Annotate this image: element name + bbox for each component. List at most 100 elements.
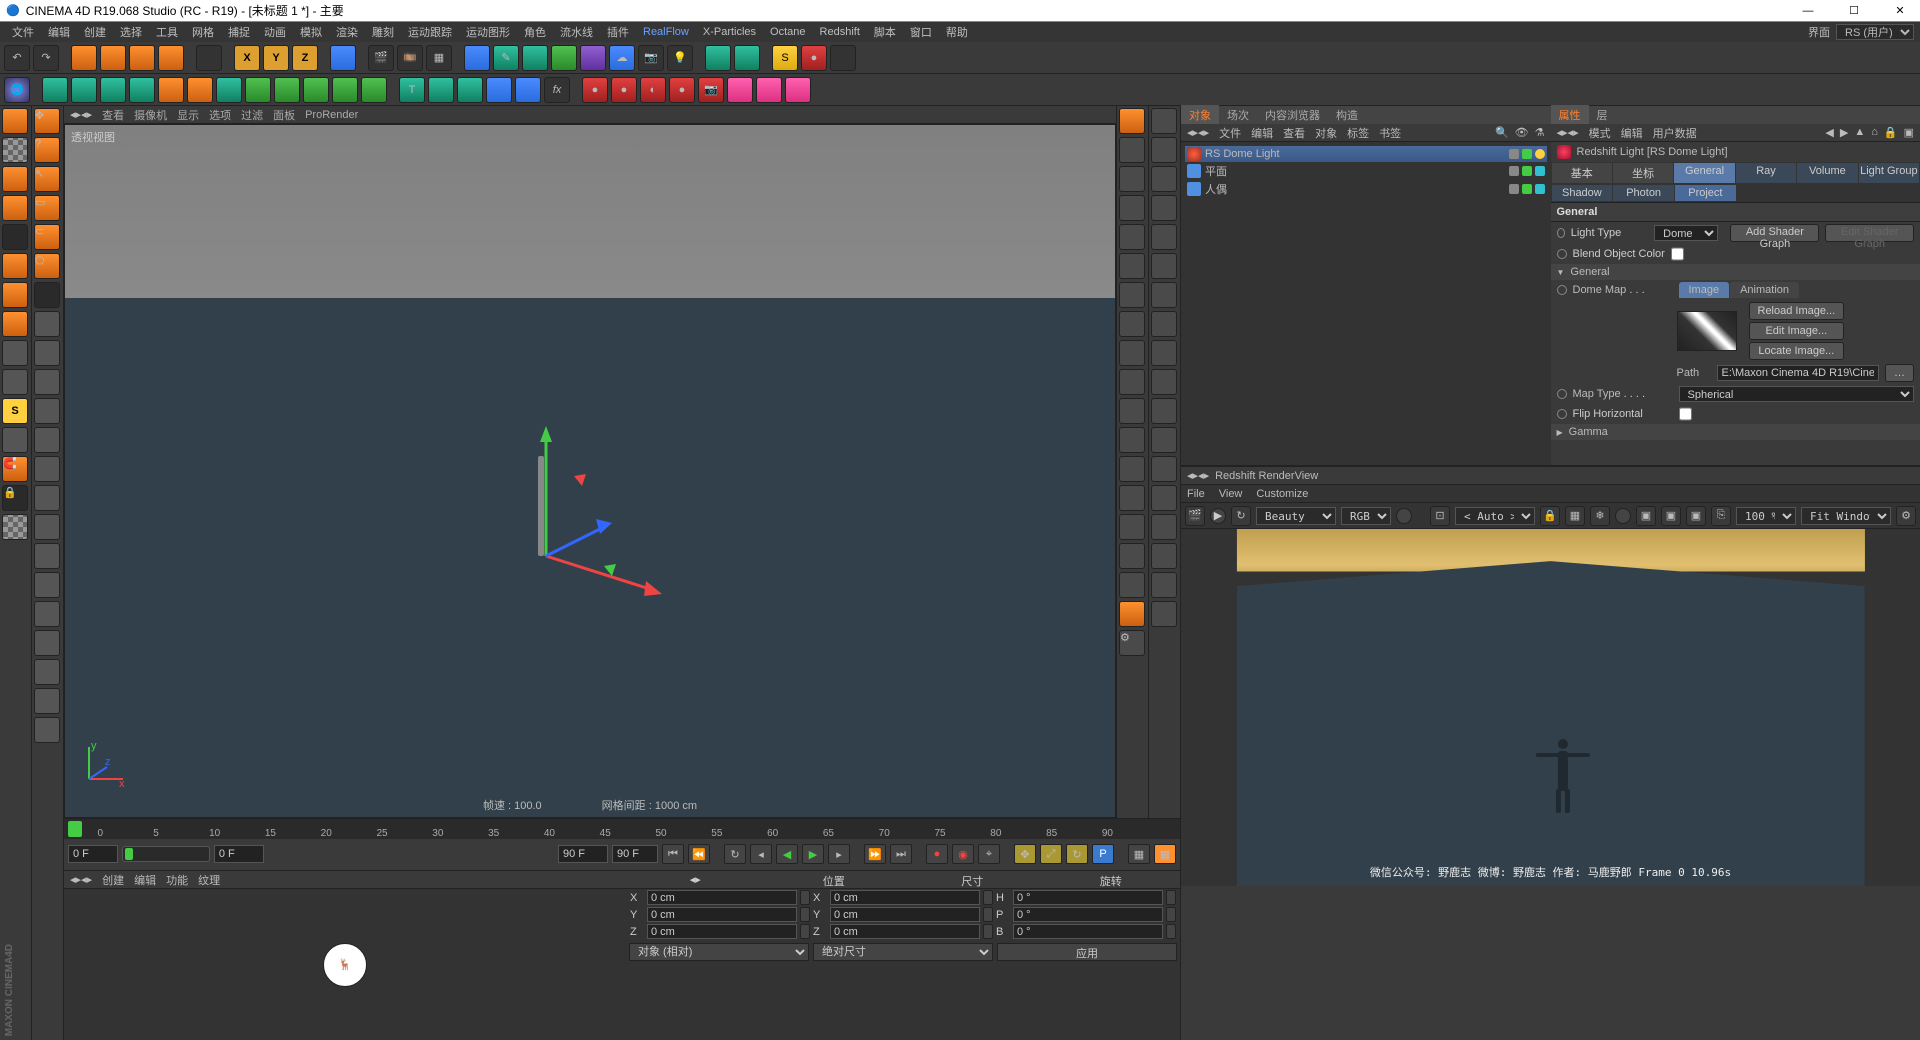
lt-slot2-icon[interactable] bbox=[34, 340, 60, 366]
spin-icon[interactable] bbox=[983, 890, 993, 905]
rp2-10-icon[interactable] bbox=[1151, 369, 1177, 395]
spin-icon[interactable] bbox=[1166, 924, 1176, 939]
rp-2-icon[interactable] bbox=[1119, 166, 1145, 192]
rv-crop-icon[interactable]: ⊡ bbox=[1430, 506, 1450, 526]
rp2-8-icon[interactable] bbox=[1151, 311, 1177, 337]
am-back-icon[interactable]: ◀ bbox=[1825, 126, 1833, 139]
rp2-2-icon[interactable] bbox=[1151, 137, 1177, 163]
menu-char[interactable]: 角色 bbox=[518, 22, 552, 42]
tag-icon[interactable] bbox=[1535, 166, 1545, 176]
object-row-plane[interactable]: 平面 bbox=[1185, 162, 1547, 180]
spin-icon[interactable] bbox=[1166, 907, 1176, 922]
rv-grid-icon[interactable]: ▦ bbox=[1565, 506, 1585, 526]
axis-mode-icon[interactable] bbox=[2, 224, 28, 250]
render-dot-icon[interactable] bbox=[1522, 166, 1532, 176]
tag-icon[interactable] bbox=[1535, 149, 1545, 159]
vm-prorender[interactable]: ProRender bbox=[305, 109, 358, 121]
lt-slot1-icon[interactable] bbox=[34, 311, 60, 337]
rs-light3-icon[interactable]: ◐ bbox=[640, 77, 666, 103]
vm-display[interactable]: 显示 bbox=[177, 107, 199, 123]
xp-g2-icon[interactable] bbox=[245, 77, 271, 103]
flip-checkbox[interactable] bbox=[1679, 406, 1692, 422]
om-edit[interactable]: 编辑 bbox=[1251, 125, 1273, 141]
lt-slot5-icon[interactable] bbox=[34, 427, 60, 453]
dome-tab-anim[interactable]: Animation bbox=[1730, 282, 1799, 298]
autokey-icon[interactable]: ◉ bbox=[952, 844, 974, 864]
rv-fit-select[interactable]: Fit Window bbox=[1801, 507, 1891, 525]
lt-slot11-icon[interactable] bbox=[34, 601, 60, 627]
rv-channel-icon[interactable] bbox=[1396, 508, 1412, 524]
rotate-icon[interactable] bbox=[158, 45, 184, 71]
rs-materials-icon[interactable]: ● bbox=[801, 45, 827, 71]
rv-snap-c-icon[interactable]: ▣ bbox=[1686, 506, 1706, 526]
xp-fx-icon[interactable]: fx bbox=[544, 77, 570, 103]
menu-mesh[interactable]: 网格 bbox=[186, 22, 220, 42]
end-frame-field[interactable] bbox=[612, 845, 658, 863]
coord-h-rot[interactable] bbox=[1013, 890, 1163, 905]
am-handle-icon[interactable]: ◂▸◂▸ bbox=[1557, 126, 1579, 139]
menu-plugins[interactable]: 插件 bbox=[601, 22, 635, 42]
dome-tab-image[interactable]: Image bbox=[1679, 282, 1730, 298]
goto-end-icon[interactable]: ⏭ bbox=[890, 844, 912, 864]
vis-dot-icon[interactable] bbox=[1509, 184, 1519, 194]
am-fav-icon[interactable]: ⌂ bbox=[1871, 126, 1878, 139]
mat-tab-create[interactable]: 创建 bbox=[102, 872, 124, 888]
rv-handle-icon[interactable]: ◂▸◂▸ bbox=[1187, 469, 1209, 482]
rs-light5-icon[interactable]: 📷 bbox=[698, 77, 724, 103]
am-fwd-icon[interactable]: ▶ bbox=[1840, 126, 1848, 139]
mograph-effector-icon[interactable] bbox=[734, 45, 760, 71]
coord-handle-icon[interactable]: ◂▸ bbox=[626, 871, 765, 888]
menu-sculpt[interactable]: 雕刻 bbox=[366, 22, 400, 42]
lt-move-icon[interactable]: ✥ bbox=[34, 108, 60, 134]
radio-icon[interactable] bbox=[1557, 228, 1565, 238]
rp2-17-icon[interactable] bbox=[1151, 572, 1177, 598]
am-new-icon[interactable]: ▣ bbox=[1904, 126, 1914, 139]
rp-16-icon[interactable] bbox=[1119, 572, 1145, 598]
rv-aov-select[interactable]: Beauty bbox=[1256, 507, 1336, 525]
xp-quest-icon[interactable] bbox=[457, 77, 483, 103]
rot-key-icon[interactable]: ↻ bbox=[1066, 844, 1088, 864]
rv-customize[interactable]: Customize bbox=[1256, 488, 1308, 500]
play-fwd-icon[interactable]: ▶ bbox=[802, 844, 824, 864]
xp-dyn-icon[interactable] bbox=[158, 77, 184, 103]
am-edit[interactable]: 编辑 bbox=[1621, 125, 1643, 141]
rp2-13-icon[interactable] bbox=[1151, 456, 1177, 482]
radio-icon[interactable] bbox=[1557, 409, 1567, 419]
om-handle-icon[interactable]: ◂▸◂▸ bbox=[1187, 126, 1209, 139]
xp-g3-icon[interactable] bbox=[274, 77, 300, 103]
rv-color-select[interactable]: RGB bbox=[1341, 507, 1391, 525]
render-dot-icon[interactable] bbox=[1522, 149, 1532, 159]
am-mode[interactable]: 模式 bbox=[1589, 125, 1611, 141]
rs-light4-icon[interactable]: ● bbox=[669, 77, 695, 103]
radio-icon[interactable] bbox=[1557, 285, 1567, 295]
prev-key-icon[interactable]: ⏪ bbox=[688, 844, 710, 864]
maximize-button[interactable]: ☐ bbox=[1840, 2, 1868, 20]
last-tool-icon[interactable] bbox=[196, 45, 222, 71]
menu-tools[interactable]: 工具 bbox=[150, 22, 184, 42]
render-view-icon[interactable]: 🎬 bbox=[368, 45, 394, 71]
lt-slot12-icon[interactable] bbox=[34, 630, 60, 656]
rs-proxy-icon[interactable] bbox=[727, 77, 753, 103]
xp-action-icon[interactable] bbox=[428, 77, 454, 103]
maptype-select[interactable]: Spherical bbox=[1679, 386, 1915, 402]
render-output[interactable]: 微信公众号: 野鹿志 微博: 野鹿志 作者: 马鹿野郎 Frame 0 10.9… bbox=[1181, 529, 1920, 886]
rv-lock-icon[interactable]: 🔒 bbox=[1540, 506, 1560, 526]
vm-camera[interactable]: 摄像机 bbox=[134, 107, 167, 123]
am-up-icon[interactable]: ▲ bbox=[1854, 126, 1865, 139]
object-row-figure[interactable]: 人偶 bbox=[1185, 180, 1547, 198]
lighttype-select[interactable]: Dome bbox=[1654, 225, 1718, 241]
coord-y-size[interactable] bbox=[830, 907, 980, 922]
timeline-ruler[interactable]: 0 5 10 15 20 25 30 35 40 45 50 55 60 65 … bbox=[64, 819, 1180, 839]
scale-icon[interactable] bbox=[129, 45, 155, 71]
subsection-gamma[interactable]: ▶Gamma bbox=[1551, 424, 1920, 440]
rp2-18-icon[interactable] bbox=[1151, 601, 1177, 627]
deformer-icon[interactable] bbox=[580, 45, 606, 71]
vm-view[interactable]: 查看 bbox=[102, 107, 124, 123]
coord-sys-icon[interactable] bbox=[330, 45, 356, 71]
rv-file[interactable]: File bbox=[1187, 488, 1205, 500]
tab-photon[interactable]: Photon bbox=[1613, 185, 1674, 201]
globe-icon[interactable]: 🌐 bbox=[4, 77, 30, 103]
material-preview-icon[interactable]: 🦌 bbox=[323, 943, 367, 987]
mat-tab-func[interactable]: 功能 bbox=[166, 872, 188, 888]
menu-xparticles[interactable]: X-Particles bbox=[697, 24, 762, 40]
